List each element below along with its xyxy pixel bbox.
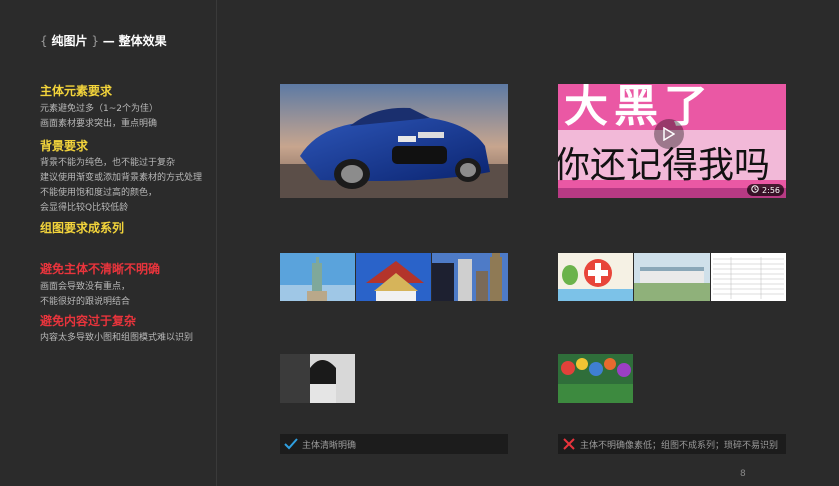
section-heading-subject: 主体元素要求 [40,84,113,98]
cross-icon [558,438,580,450]
document-table-image [711,253,786,301]
page-number: 8 [740,469,746,479]
bad-caption-bar: 主体不明确像素低；组图不成系列；琐碎不易识别 [558,434,786,454]
section-line: 不能使用饱和度过高的颜色， [40,188,158,198]
section-line: 画面会导致没有重点， [40,282,131,292]
car-image [280,84,508,198]
section-heading-background: 背景要求 [40,139,89,153]
city-image [432,253,508,301]
title-brace-close: } [91,34,99,48]
building-image [634,253,710,301]
car-thumbnail[interactable] [280,84,508,198]
check-icon [280,438,302,450]
group-thumb-document[interactable] [711,253,786,301]
section-line: 建议使用渐变或添加背景素材的方式处理 [40,173,203,183]
section-line: 元素避免过多（1~2个为佳） [40,104,158,114]
good-caption-bar: 主体清晰明确 [280,434,508,454]
section-line: 内容太多导致小图和组图模式难以识别 [40,333,194,343]
statue-image [280,253,355,301]
section-heading-unclear: 避免主体不清晰不明确 [40,262,161,276]
crowd-thumbnail[interactable] [558,354,633,403]
group-thumb-statue[interactable] [280,253,355,301]
section-line: 画面素材要求突出，重点明确 [40,119,158,129]
group-thumb-city[interactable] [432,253,508,301]
video-duration: 2:56 [762,185,780,195]
pagoda-image [356,253,431,301]
group-thumb-pagoda[interactable] [356,253,431,301]
video-duration-badge: 2:56 [747,184,784,196]
group-thumb-cartoon[interactable] [558,253,633,301]
clock-icon [751,185,759,195]
section-line: 不能很好的跟说明结合 [40,297,131,307]
title-dash: — [102,34,115,48]
section-heading-complex: 避免内容过于复杂 [40,314,137,328]
section-line: 会显得比较Q比较低龄 [40,203,129,213]
video-thumbnail[interactable]: 大黑了 你还记得我吗 2:56 [558,84,786,198]
bad-caption-text: 主体不明确像素低；组图不成系列；琐碎不易识别 [580,440,779,451]
section-line: 背景不能为纯色，也不能过于复杂 [40,158,176,168]
crowd-image [558,354,633,403]
title-subtitle: 整体效果 [118,34,167,48]
video-text-line1: 大黑了 [564,84,714,132]
title-label: 纯图片 [51,34,88,48]
portrait-thumbnail[interactable] [280,354,355,403]
good-caption-text: 主体清晰明确 [302,440,357,451]
title-brace-open: { [40,34,48,48]
cartoon-image [558,253,633,301]
group-thumb-building[interactable] [634,253,710,301]
play-icon[interactable] [654,119,684,149]
sidebar: { 纯图片 } — 整体效果 主体元素要求 元素避免过多（1~2个为佳） 画面素… [0,0,217,486]
section-heading-group: 组图要求成系列 [40,221,125,235]
portrait-image [280,354,355,403]
page-title: { 纯图片 } — 整体效果 [40,32,167,49]
